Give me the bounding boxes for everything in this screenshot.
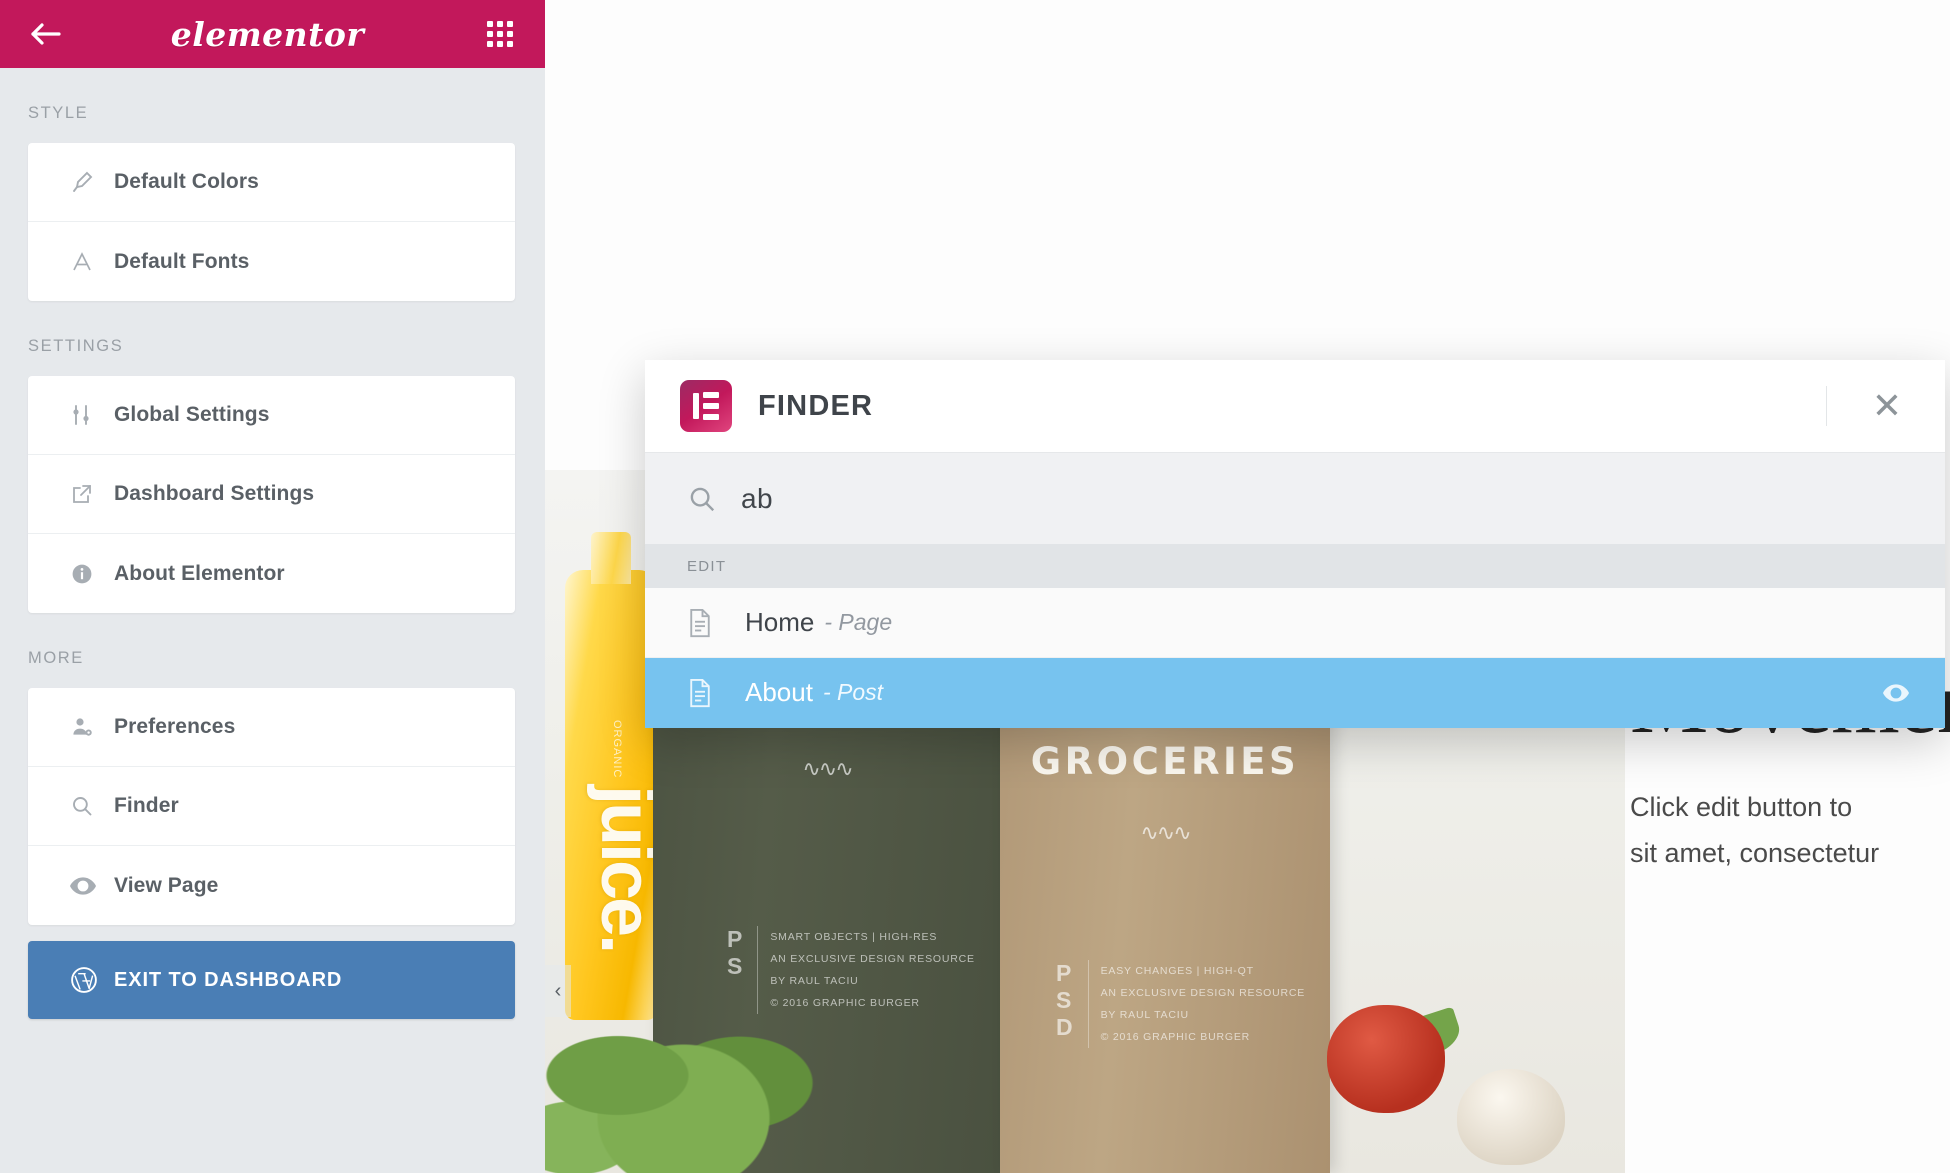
sidebar-item-dashboard-settings[interactable]: Dashboard Settings [28,455,515,534]
search-icon [70,794,114,818]
result-type: - Post [822,679,884,705]
close-icon[interactable]: ✕ [1861,380,1913,432]
header-divider [1826,386,1827,426]
result-type: - Page [824,609,893,635]
sidebar-item-global-settings[interactable]: Global Settings [28,376,515,455]
result-name: Home [745,607,815,637]
panel-body: STYLE Default Colors Default Fonts SETTI… [0,68,545,1019]
eye-icon [70,876,114,896]
bag-wave-divider: ∿∿∿ [1140,820,1191,845]
sidebar-item-label: Global Settings [114,403,270,426]
list-item[interactable]: About - Post [645,658,1945,728]
juice-bottle: ORGANIC juice. [565,570,667,1020]
user-gear-icon [70,715,114,739]
external-link-icon [70,482,114,506]
panel-header: elementor [0,0,545,68]
info-icon [70,562,114,586]
menu-group-more: Preferences Finder View Page [28,688,515,925]
sidebar-item-default-colors[interactable]: Default Colors [28,143,515,222]
sidebar-item-label: View Page [114,873,219,897]
search-icon [687,484,741,514]
elementor-editor: ORGANIC juice. VEGGIES ∿∿∿ PS SMART OBJE… [0,0,1950,1173]
tomato [1327,1005,1445,1113]
sidebar-item-label: Preferences [114,715,236,738]
elementor-wordmark: elementor [170,14,365,54]
result-group-header: EDIT [645,544,1945,588]
editor-panel: elementor STYLE Default Colors Default F… [0,0,545,1173]
chevron-left-icon[interactable]: ‹ [545,965,571,1017]
document-icon [687,678,745,708]
list-item[interactable]: Home - Page [645,588,1945,658]
wordpress-icon [70,966,114,994]
finder-title: FINDER [758,389,874,422]
bottle-neck [591,532,631,584]
grid-menu-icon[interactable] [477,11,523,57]
bottle-sublabel: ORGANIC [611,720,623,779]
search-input[interactable] [741,482,1341,515]
document-icon [687,608,745,638]
finder-header: FINDER ✕ [645,360,1945,452]
menu-group-settings: Global Settings Dashboard Settings About… [28,376,515,613]
elementor-logo-icon [680,380,732,432]
section-label-style: STYLE [28,104,89,122]
result-name: About [745,677,813,707]
arrow-left-icon[interactable] [22,11,68,57]
font-a-icon [70,250,114,274]
eye-icon[interactable] [1883,683,1909,702]
garlic [1457,1069,1565,1165]
finder-results: EDIT Home - Page About - Post [645,544,1945,728]
fresh-greens [545,963,865,1173]
groceries-psd-letters: PSD [1056,960,1074,1041]
bag-wave-divider: ∿∿∿ [802,756,853,781]
groceries-credit-lines: EASY CHANGES | HIGH-QT AN EXCLUSIVE DESI… [1087,960,1305,1049]
bottle-label: juice. [586,785,667,952]
sidebar-item-label: Dashboard Settings [114,482,315,505]
exit-to-dashboard-button[interactable]: EXIT TO DASHBOARD [28,941,515,1019]
section-label-more: MORE [28,649,84,667]
sidebar-item-preferences[interactable]: Preferences [28,688,515,767]
section-label-settings: SETTINGS [28,337,124,355]
sidebar-item-default-fonts[interactable]: Default Fonts [28,222,515,301]
groceries-bag-title: GROCERIES [1030,740,1300,783]
brush-icon [70,170,114,194]
sidebar-item-view-page[interactable]: View Page [28,846,515,925]
groceries-bag-credits: PSD EASY CHANGES | HIGH-QT AN EXCLUSIVE … [1056,960,1305,1049]
hero-paragraph-line-1: Click edit button to [1630,791,1853,822]
sidebar-item-about-elementor[interactable]: About Elementor [28,534,515,613]
finder-search-bar[interactable] [645,452,1945,544]
sidebar-item-label: About Elementor [114,561,285,585]
sidebar-item-label: Default Colors [114,170,259,193]
sidebar-item-finder[interactable]: Finder [28,767,515,846]
finder-modal[interactable]: FINDER ✕ EDIT Home [645,360,1945,728]
sidebar-item-label: Finder [114,794,179,817]
hero-paragraph-line-2: sit amet, consectetur [1630,837,1880,868]
sidebar-item-label: Default Fonts [114,249,250,273]
menu-group-style: Default Colors Default Fonts [28,143,515,301]
exit-button-label: EXIT TO DASHBOARD [114,968,343,991]
sliders-icon [70,403,114,427]
